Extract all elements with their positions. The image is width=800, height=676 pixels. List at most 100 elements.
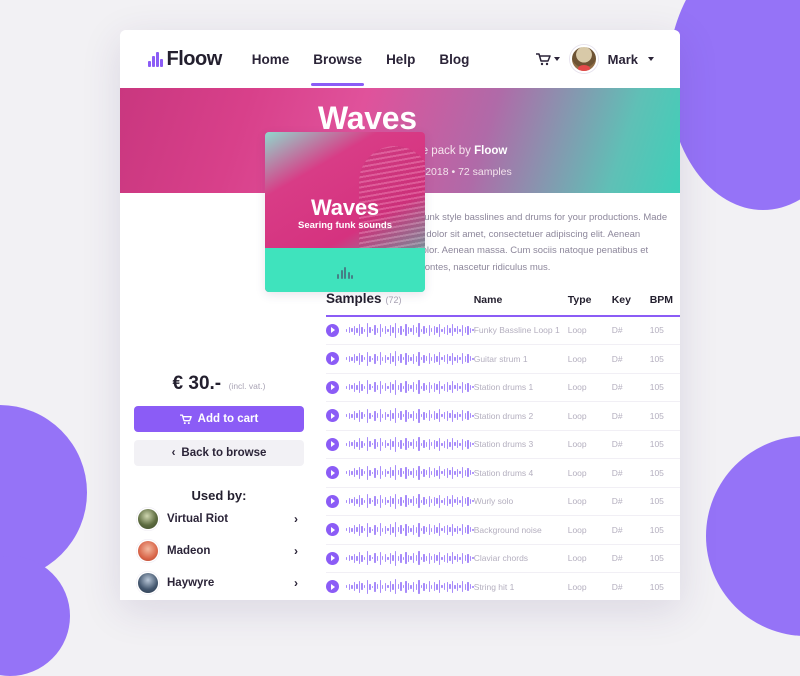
chevron-left-icon: ‹: [171, 447, 176, 459]
play-button[interactable]: [326, 494, 339, 508]
cell-name: Station drums 4: [473, 467, 534, 478]
cell-key: D#: [611, 496, 623, 507]
cell-key: D#: [611, 410, 623, 421]
artist-row-madeon[interactable]: Madeon ›: [134, 535, 304, 567]
app-window: Floow Home Browse Help Blog Mark Waves S…: [120, 30, 680, 600]
user-menu[interactable]: Mark: [608, 52, 638, 67]
cell-name: Station drums 2: [473, 410, 534, 421]
nav-link-home[interactable]: Home: [252, 32, 290, 86]
nav-link-browse[interactable]: Browse: [311, 32, 364, 86]
cell-key: D#: [611, 581, 623, 592]
audio-waveform-icon: [346, 465, 474, 481]
audio-waveform-icon: [346, 550, 474, 566]
play-button[interactable]: [326, 380, 339, 394]
table-row[interactable]: Background noise Loop D# 105: [326, 516, 680, 545]
back-to-browse-button[interactable]: ‹ Back to browse: [134, 440, 304, 466]
decorative-blob-bottom-left: [0, 556, 70, 676]
play-button[interactable]: [326, 409, 339, 423]
audio-waveform-icon: [346, 493, 474, 509]
play-button[interactable]: [326, 551, 339, 565]
cell-key: D#: [611, 524, 623, 535]
samples-title: Samples: [326, 290, 382, 306]
table-row[interactable]: String hit 1 Loop D# 105: [326, 573, 680, 600]
column-header-type: Type: [567, 293, 592, 306]
table-row[interactable]: Station drums 2 Loop D# 105: [326, 402, 680, 431]
shopping-cart-icon: [179, 413, 192, 424]
cell-key: D#: [611, 467, 623, 478]
audio-waveform-icon: [346, 379, 474, 395]
audio-waveform-icon: [346, 522, 474, 538]
table-row[interactable]: Guitar strum 1 Loop D# 105: [326, 345, 680, 374]
cell-name: Station drums 1: [473, 382, 534, 393]
play-button[interactable]: [326, 437, 339, 451]
cell-bpm: 105: [649, 553, 664, 564]
table-row[interactable]: Claviar chords Loop D# 105: [326, 545, 680, 573]
play-button[interactable]: [326, 466, 339, 480]
cell-name: Wurly solo: [473, 496, 514, 507]
artist-name: Madeon: [167, 545, 211, 557]
artist-row-haywyre[interactable]: Haywyre ›: [134, 567, 304, 599]
cell-bpm: 105: [649, 325, 664, 336]
play-button[interactable]: [326, 523, 339, 537]
avatar: [138, 509, 158, 529]
table-row[interactable]: Station drums 1 Loop D# 105: [326, 374, 680, 402]
decorative-blob-bottom-right: [706, 436, 800, 636]
avatar: [138, 541, 158, 561]
cell-bpm: 105: [649, 467, 664, 478]
cell-bpm: 105: [649, 382, 664, 393]
artist-row-virtual-riot[interactable]: Virtual Riot ›: [134, 503, 304, 535]
table-row[interactable]: Funky Bassline Loop 1 Loop D# 105: [326, 317, 680, 345]
play-button[interactable]: [326, 352, 339, 366]
cell-bpm: 105: [649, 353, 664, 364]
nav-link-blog[interactable]: Blog: [439, 32, 469, 86]
price-block: € 30.- (incl. vat.): [134, 373, 304, 395]
decorative-blob-left: [0, 405, 87, 580]
table-row[interactable]: Station drums 4 Loop D# 105: [326, 459, 680, 488]
chevron-down-icon[interactable]: [648, 57, 654, 61]
used-by-heading: Used by:: [191, 488, 247, 503]
nav-right: Mark: [535, 45, 654, 73]
cell-name: Background noise: [473, 524, 542, 535]
audio-waveform-icon: [265, 267, 425, 279]
cell-type: Loop: [567, 439, 587, 450]
table-row[interactable]: Wurly solo Loop D# 105: [326, 488, 680, 516]
avatar[interactable]: [569, 45, 598, 73]
price-value: € 30.-: [172, 373, 222, 394]
play-button[interactable]: [326, 580, 339, 594]
cell-bpm: 105: [649, 410, 664, 421]
cell-type: Loop: [567, 410, 587, 421]
cell-name: Claviar chords: [473, 553, 529, 564]
cell-name: Station drums 3: [473, 439, 534, 450]
column-header-name: Name: [473, 293, 503, 306]
cell-type: Loop: [567, 581, 587, 592]
add-to-cart-label: Add to cart: [197, 413, 259, 425]
play-button[interactable]: [326, 323, 339, 337]
cell-bpm: 105: [649, 581, 664, 592]
chevron-down-icon: [553, 57, 560, 61]
audio-waveform-icon: [346, 436, 474, 452]
audio-waveform-icon: [346, 408, 474, 424]
page-title: Waves: [318, 100, 417, 136]
chevron-right-icon: ›: [294, 544, 298, 558]
cell-type: Loop: [567, 524, 587, 535]
navigation-bar: Floow Home Browse Help Blog Mark: [120, 30, 680, 88]
cell-type: Loop: [567, 382, 587, 393]
table-row[interactable]: Station drums 3 Loop D# 105: [326, 431, 680, 459]
shopping-cart-icon: [535, 52, 551, 65]
cell-name: Funky Bassline Loop 1: [473, 325, 560, 336]
cell-key: D#: [611, 353, 623, 364]
add-to-cart-button[interactable]: Add to cart: [134, 406, 304, 432]
cover-title: Waves: [311, 195, 379, 220]
cell-type: Loop: [567, 467, 587, 478]
decorative-blob-top-right: [668, 0, 800, 210]
back-to-browse-label: Back to browse: [181, 447, 267, 459]
cell-type: Loop: [567, 353, 587, 364]
cell-bpm: 105: [649, 496, 664, 507]
cart-button[interactable]: [535, 52, 560, 66]
cell-name: String hit 1: [473, 581, 515, 592]
logo[interactable]: Floow: [148, 48, 222, 71]
byline-author[interactable]: Floow: [474, 145, 507, 157]
nav-link-help[interactable]: Help: [386, 32, 415, 86]
cell-name: Guitar strum 1: [473, 353, 528, 364]
samples-table-body: Funky Bassline Loop 1 Loop D# 105 Guitar str…: [326, 317, 680, 601]
